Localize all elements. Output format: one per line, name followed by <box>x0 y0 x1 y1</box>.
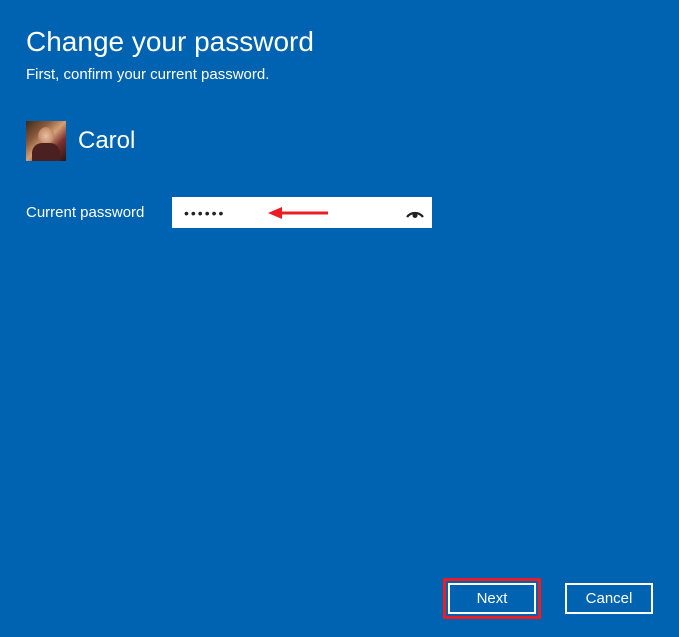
next-button[interactable]: Next <box>448 583 536 614</box>
cancel-button[interactable]: Cancel <box>565 583 653 614</box>
page-title: Change your password <box>26 26 653 58</box>
user-block: Carol <box>26 121 653 161</box>
footer-buttons: Next Cancel <box>443 578 653 619</box>
change-password-panel: Change your password First, confirm your… <box>0 0 679 228</box>
password-input-wrap <box>172 197 432 228</box>
avatar <box>26 121 66 161</box>
current-password-input[interactable] <box>172 197 432 228</box>
current-password-label: Current password <box>26 204 160 221</box>
page-subtitle: First, confirm your current password. <box>26 66 653 83</box>
current-password-row: Current password <box>26 197 653 228</box>
reveal-password-icon[interactable] <box>406 207 424 219</box>
next-button-highlight: Next <box>443 578 541 619</box>
username: Carol <box>78 127 135 155</box>
